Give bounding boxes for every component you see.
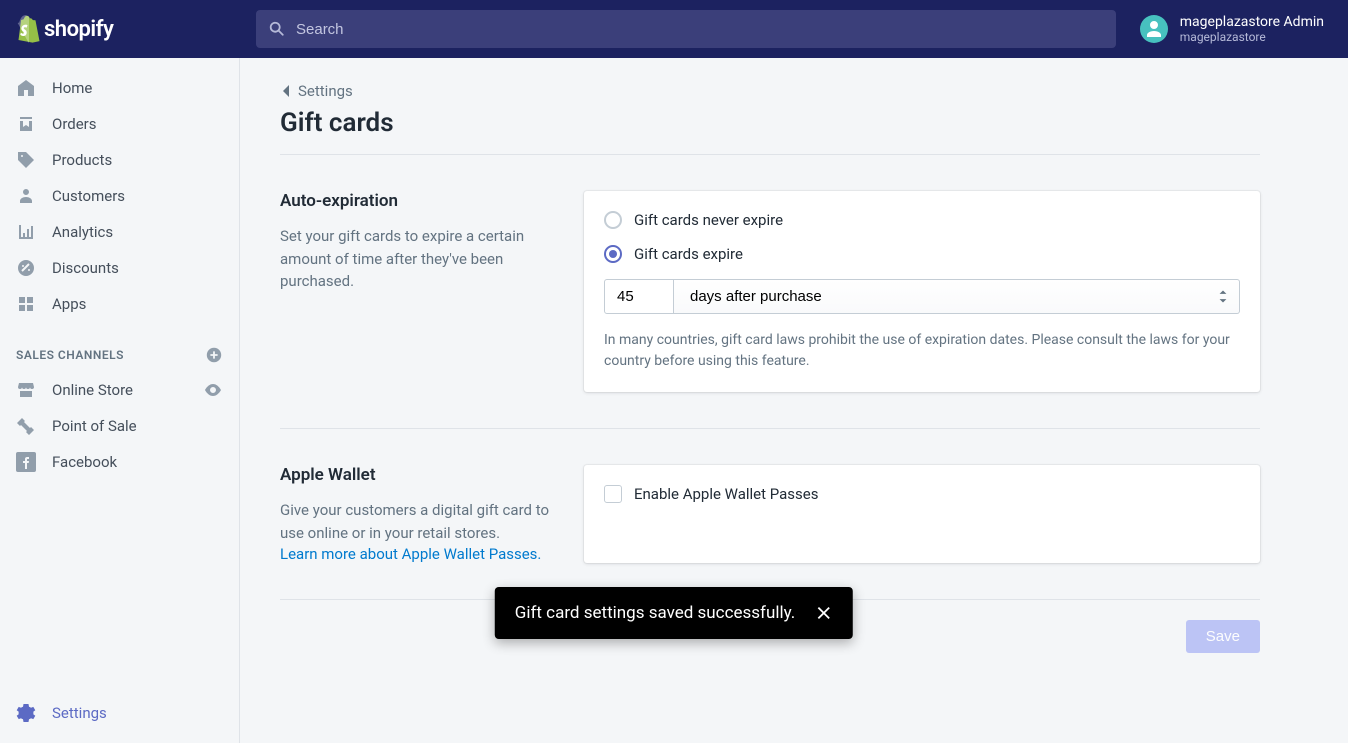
facebook-icon (16, 452, 36, 472)
expiration-duration-group: days after purchase (604, 279, 1240, 314)
add-channel-icon[interactable] (205, 346, 223, 364)
search-container (240, 10, 1140, 48)
store-icon (16, 380, 36, 400)
sidebar-item-label: Discounts (52, 259, 119, 277)
radio-icon (604, 211, 622, 229)
sidebar-item-label: Online Store (52, 381, 133, 399)
sidebar-item-label: Customers (52, 187, 125, 205)
sidebar-item-label: Analytics (52, 223, 113, 241)
auto-expiration-section: Auto-expiration Set your gift cards to e… (280, 191, 1260, 392)
radio-expire[interactable]: Gift cards expire (604, 245, 1240, 263)
toast-message: Gift card settings saved successfully. (515, 603, 795, 623)
topbar: shopify mageplazastore Admin mageplazast… (0, 0, 1348, 58)
sidebar-item-settings[interactable]: Settings (0, 695, 239, 731)
main-content: Settings Gift cards Auto-expiration Set … (240, 58, 1300, 743)
expiration-help-text: In many countries, gift card laws prohib… (604, 330, 1240, 372)
customers-icon (16, 186, 36, 206)
home-icon (16, 78, 36, 98)
store-name: mageplazastore (1180, 30, 1324, 44)
search-box[interactable] (256, 10, 1116, 48)
apple-wallet-card: Enable Apple Wallet Passes (584, 465, 1260, 563)
breadcrumb[interactable]: Settings (280, 82, 353, 100)
learn-more-link[interactable]: Learn more about Apple Wallet Passes. (280, 545, 541, 563)
logo[interactable]: shopify (16, 15, 240, 43)
radio-label: Gift cards expire (634, 245, 743, 263)
avatar (1140, 15, 1168, 43)
user-menu[interactable]: mageplazastore Admin mageplazastore (1140, 14, 1332, 45)
search-icon (268, 20, 286, 38)
section-heading: Apple Wallet (280, 465, 560, 485)
sidebar-item-apps[interactable]: Apps (0, 286, 239, 322)
sidebar-item-label: Facebook (52, 453, 117, 471)
enable-apple-wallet-checkbox[interactable]: Enable Apple Wallet Passes (604, 485, 1240, 503)
chevron-left-icon (280, 84, 292, 98)
sidebar-item-label: Apps (52, 295, 86, 313)
products-icon (16, 150, 36, 170)
shopify-logo-icon (16, 15, 40, 43)
user-name: mageplazastore Admin (1180, 14, 1324, 31)
sidebar-item-discounts[interactable]: Discounts (0, 250, 239, 286)
checkbox-icon (604, 485, 622, 503)
sidebar-item-customers[interactable]: Customers (0, 178, 239, 214)
page-title: Gift cards (280, 108, 1260, 138)
checkbox-label: Enable Apple Wallet Passes (634, 485, 819, 503)
apple-wallet-section: Apple Wallet Give your customers a digit… (280, 465, 1260, 563)
apps-icon (16, 294, 36, 314)
duration-unit-select[interactable]: days after purchase (674, 279, 1240, 314)
logo-text: shopify (44, 17, 113, 42)
sidebar-item-label: Home (52, 79, 92, 97)
breadcrumb-label: Settings (298, 82, 353, 100)
save-button[interactable]: Save (1186, 620, 1260, 653)
sidebar: Home Orders Products Customers Analytics… (0, 58, 240, 743)
section-description: Set your gift cards to expire a certain … (280, 225, 560, 293)
analytics-icon (16, 222, 36, 242)
orders-icon (16, 114, 36, 134)
sidebar-channel-pos[interactable]: Point of Sale (0, 408, 239, 444)
sales-channels-heading: SALES CHANNELS (0, 338, 239, 372)
section-description: Give your customers a digital gift card … (280, 499, 560, 544)
close-icon[interactable] (815, 604, 833, 622)
section-heading: Auto-expiration (280, 191, 560, 211)
discounts-icon (16, 258, 36, 278)
view-store-icon[interactable] (203, 380, 223, 400)
divider (280, 154, 1260, 155)
search-input[interactable] (296, 21, 1104, 38)
sidebar-channel-online-store[interactable]: Online Store (0, 372, 239, 408)
toast: Gift card settings saved successfully. (495, 587, 853, 639)
user-text: mageplazastore Admin mageplazastore (1180, 14, 1324, 45)
sidebar-item-label: Orders (52, 115, 97, 133)
radio-never-expire[interactable]: Gift cards never expire (604, 211, 1240, 229)
sidebar-item-orders[interactable]: Orders (0, 106, 239, 142)
divider (280, 428, 1260, 429)
sidebar-item-label: Products (52, 151, 112, 169)
duration-input[interactable] (604, 279, 674, 314)
radio-icon (604, 245, 622, 263)
sidebar-item-label: Settings (52, 704, 107, 722)
sidebar-item-home[interactable]: Home (0, 70, 239, 106)
pos-icon (16, 416, 36, 436)
sidebar-item-analytics[interactable]: Analytics (0, 214, 239, 250)
sidebar-item-label: Point of Sale (52, 417, 137, 435)
gear-icon (16, 703, 36, 723)
sidebar-item-products[interactable]: Products (0, 142, 239, 178)
sidebar-channel-facebook[interactable]: Facebook (0, 444, 239, 480)
auto-expiration-card: Gift cards never expire Gift cards expir… (584, 191, 1260, 392)
radio-label: Gift cards never expire (634, 211, 783, 229)
